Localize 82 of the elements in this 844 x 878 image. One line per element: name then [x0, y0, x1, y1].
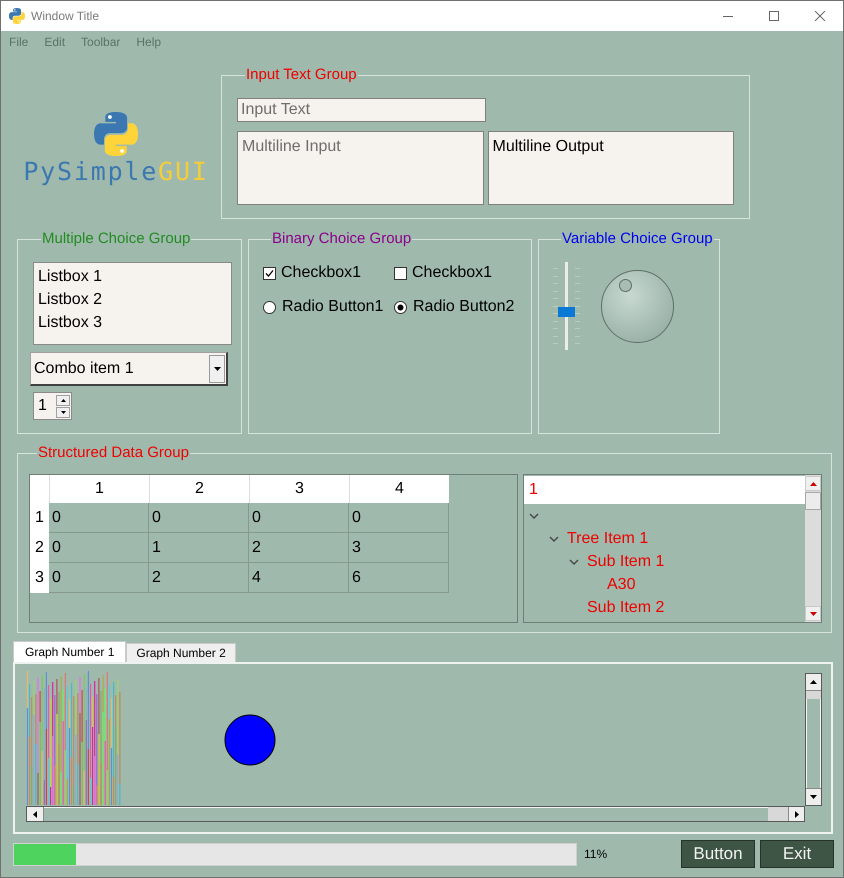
listbox-item[interactable]: Listbox 1 — [34, 265, 231, 288]
table-cell: 0 — [149, 503, 249, 533]
caret-down-icon — [60, 410, 66, 414]
table-cell: 2 — [249, 533, 349, 563]
table-cell: 0 — [49, 563, 149, 593]
radio-label: Radio Button1 — [282, 297, 384, 317]
table-cell: 4 — [249, 563, 349, 593]
row-header: 3 — [30, 563, 49, 593]
table-cell: 6 — [349, 563, 449, 593]
checkbox-label: Checkbox1 — [412, 263, 492, 283]
close-icon — [815, 11, 825, 21]
table-cell: 0 — [249, 503, 349, 533]
caret-down-icon — [214, 366, 220, 370]
table-cell: 2 — [149, 563, 249, 593]
column-header[interactable]: 3 — [249, 475, 349, 503]
group-title: Multiple Choice Group — [41, 230, 192, 248]
tab[interactable]: Graph Number 1 — [13, 641, 126, 662]
maximize-icon — [769, 11, 779, 21]
radio-button[interactable] — [394, 300, 407, 314]
table-corner — [30, 475, 49, 503]
triangle-up-icon — [810, 680, 817, 684]
table-cell: 1 — [149, 533, 249, 563]
group-title: Binary Choice Group — [271, 230, 412, 248]
slider-thumb[interactable] — [558, 307, 575, 318]
column-header[interactable]: 4 — [349, 475, 449, 503]
chevron-down-icon[interactable] — [569, 558, 579, 564]
circle — [224, 714, 276, 766]
radio-label: Radio Button2 — [413, 297, 514, 317]
table-cell: 0 — [49, 533, 149, 563]
listbox-item[interactable]: Listbox 3 — [34, 311, 231, 334]
chevron-down-icon[interactable] — [549, 536, 559, 542]
checkbox[interactable] — [394, 266, 407, 280]
radio-button[interactable] — [263, 300, 276, 314]
scroll-up-button[interactable] — [806, 674, 821, 691]
scrollbar-thumb[interactable] — [806, 691, 821, 699]
logo-wordmark: PySimpleGUI — [23, 158, 209, 186]
push-button[interactable]: Button — [681, 840, 755, 868]
tree-heading[interactable]: 1 — [524, 476, 805, 504]
dropdown-button[interactable] — [209, 354, 225, 382]
listbox-item[interactable]: Listbox 2 — [34, 288, 231, 311]
column-header[interactable]: 2 — [149, 475, 249, 503]
spin-down-button[interactable] — [56, 406, 70, 418]
vertical-scrollbar[interactable] — [805, 475, 821, 622]
scroll-right-button[interactable] — [788, 807, 804, 821]
group-title: Input Text Group — [245, 66, 358, 84]
vertical-scrollbar[interactable] — [805, 673, 822, 806]
scrollbar-thumb[interactable] — [768, 807, 788, 821]
table-cell: 0 — [349, 503, 449, 533]
slider-track[interactable] — [558, 262, 575, 350]
triangle-down-icon — [810, 795, 817, 799]
horizontal-scrollbar[interactable] — [26, 806, 805, 822]
logo-icon — [94, 112, 138, 156]
triangle-right-icon — [794, 810, 798, 818]
caret-up-icon — [60, 398, 66, 402]
triangle-up-icon — [810, 482, 816, 486]
spin-up-button[interactable] — [56, 394, 70, 406]
window-title: Window Title — [31, 8, 100, 25]
column-header[interactable]: 1 — [49, 475, 149, 503]
row-header: 2 — [30, 533, 49, 563]
group-title: Structured Data Group — [37, 444, 190, 462]
push-button[interactable]: Exit — [760, 840, 834, 868]
checkbox[interactable] — [263, 266, 276, 280]
scrollbar-thumb[interactable] — [805, 492, 821, 510]
scroll-left-button[interactable] — [27, 807, 44, 821]
checkbox-label: Checkbox1 — [281, 263, 362, 283]
combo-box[interactable]: Combo item 1 — [30, 352, 228, 386]
multiline-input[interactable]: Multiline Input — [237, 131, 484, 205]
multiline-output[interactable]: Multiline Output — [488, 131, 734, 205]
triangle-left-icon — [33, 810, 37, 818]
chevron-down-icon[interactable] — [529, 512, 539, 518]
spin-box[interactable]: 1 — [33, 392, 72, 420]
table-cell: 0 — [49, 503, 149, 533]
app-icon — [9, 8, 25, 24]
row-header: 1 — [30, 503, 49, 533]
triangle-down-icon — [810, 612, 816, 616]
table-cell: 3 — [349, 533, 449, 563]
progress-reading: 11% — [584, 846, 608, 863]
input-field[interactable]: Input Text — [237, 98, 486, 122]
tab[interactable]: Graph Number 2 — [126, 643, 236, 662]
group-title: Variable Choice Group — [561, 230, 714, 248]
scroll-down-button[interactable] — [806, 788, 821, 805]
dial-knob[interactable] — [601, 270, 674, 343]
